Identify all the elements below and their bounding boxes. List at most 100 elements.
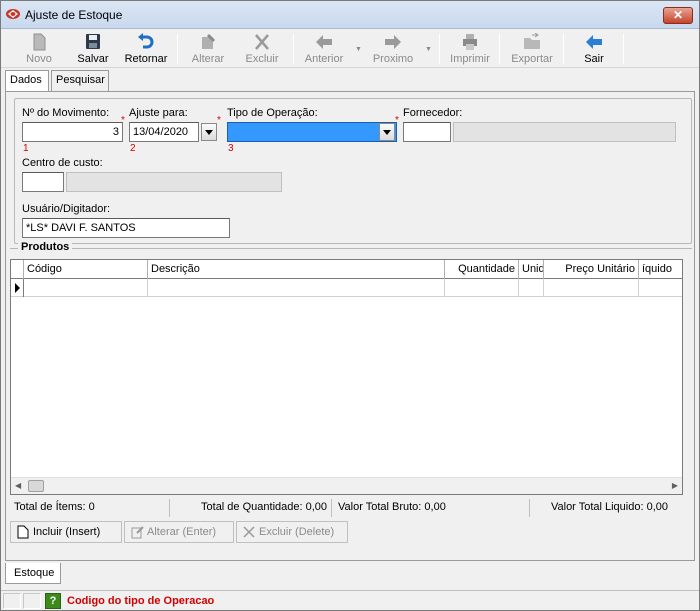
row-indicator: [11, 279, 24, 297]
header-groupbox: Nº do Movimento: * 3 1 Ajuste para: * 13…: [14, 98, 692, 244]
title-bar: Ajuste de Estoque ✕: [1, 1, 699, 29]
produtos-grid[interactable]: Código Descrição Quantidade Unid Preço U…: [10, 259, 683, 495]
delete-item-icon: [243, 526, 255, 538]
cell-codigo[interactable]: [24, 279, 148, 297]
folder-export-icon: [524, 33, 540, 49]
novo-button[interactable]: Novo: [19, 33, 59, 67]
help-icon[interactable]: ?: [45, 593, 61, 609]
excluir-item-button[interactable]: Excluir (Delete): [236, 521, 348, 543]
movimento-tab-index: 1: [23, 143, 29, 154]
movimento-field[interactable]: 3: [22, 122, 123, 142]
ajuste-date-field[interactable]: 13/04/2020: [129, 122, 199, 142]
exportar-label: Exportar: [511, 53, 553, 65]
imprimir-button[interactable]: Imprimir: [449, 33, 491, 67]
fornecedor-name-field: [453, 122, 676, 142]
retornar-label: Retornar: [124, 53, 168, 65]
totals-bar: Total de Ítems: 0 Total de Quantidade: 0…: [10, 499, 683, 517]
usuario-label: Usuário/Digitador:: [22, 203, 111, 215]
close-button[interactable]: ✕: [663, 7, 693, 24]
exit-arrow-icon: [586, 35, 602, 49]
produtos-title: Produtos: [18, 241, 73, 253]
toolbar: Novo Salvar Retornar Alterar Excluir Ant…: [1, 30, 699, 68]
toolbar-separator: [439, 34, 440, 64]
retornar-button[interactable]: Retornar: [121, 33, 171, 67]
novo-label: Novo: [26, 53, 52, 65]
usuario-field[interactable]: *LS* DAVI F. SANTOS: [22, 218, 230, 238]
status-cell: [3, 593, 21, 609]
valor-total-bruto: Valor Total Bruto: 0,00: [334, 499, 530, 517]
anterior-dropdown-icon[interactable]: ▼: [355, 46, 362, 53]
toolbar-separator: [623, 34, 624, 64]
alterar-item-label: Alterar (Enter): [147, 526, 217, 538]
ajuste-dropdown-button[interactable]: [201, 123, 217, 141]
anterior-button[interactable]: Anterior: [301, 33, 347, 67]
excluir-item-label: Excluir (Delete): [259, 526, 335, 538]
fornecedor-code-field[interactable]: [403, 122, 451, 142]
scroll-right-icon[interactable]: ▶: [672, 481, 678, 490]
status-cell: [23, 593, 41, 609]
centro-custo-code-field[interactable]: [22, 172, 64, 192]
column-header-quantidade[interactable]: Quantidade: [445, 260, 519, 279]
proximo-dropdown-icon[interactable]: ▼: [425, 46, 432, 53]
delete-icon: [255, 34, 269, 50]
dados-panel: Nº do Movimento: * 3 1 Ajuste para: * 13…: [5, 91, 695, 561]
sair-label: Sair: [584, 53, 604, 65]
cell-quantidade[interactable]: [445, 279, 519, 297]
salvar-label: Salvar: [77, 53, 109, 65]
status-bar: ? Codigo do tipo de Operacao: [1, 590, 699, 610]
arrow-left-icon: [316, 35, 332, 49]
app-icon: [6, 9, 20, 19]
ajuste-tab-index: 2: [130, 143, 136, 154]
window-title: Ajuste de Estoque: [25, 8, 123, 22]
proximo-label: Proximo: [372, 53, 414, 65]
fornecedor-label: Fornecedor:: [403, 107, 463, 119]
edit-item-icon: [131, 526, 144, 539]
column-header-liquido[interactable]: íquido: [639, 260, 682, 279]
exportar-button[interactable]: Exportar: [509, 33, 555, 67]
cell-preco-unitario[interactable]: [544, 279, 639, 297]
centro-custo-label: Centro de custo:: [22, 157, 103, 169]
proximo-button[interactable]: Proximo: [371, 33, 415, 67]
new-document-icon: [33, 33, 46, 51]
incluir-label: Incluir (Insert): [33, 526, 101, 538]
window: Ajuste de Estoque ✕ Novo Salvar Retornar…: [0, 0, 700, 611]
cell-liquido[interactable]: [639, 279, 682, 297]
tab-dados[interactable]: Dados: [5, 70, 49, 92]
chevron-down-icon: [205, 130, 213, 135]
column-header-unid[interactable]: Unid: [519, 260, 544, 279]
chevron-down-icon: [383, 130, 391, 135]
cell-unid[interactable]: [519, 279, 544, 297]
excluir-button[interactable]: Excluir: [241, 33, 283, 67]
movimento-label: Nº do Movimento:: [22, 107, 110, 119]
new-item-icon: [17, 525, 29, 539]
undo-icon: [138, 33, 154, 49]
tipo-operacao-select[interactable]: [227, 122, 397, 142]
horizontal-scrollbar[interactable]: ◀ ▶: [11, 477, 682, 494]
tab-pesquisar[interactable]: Pesquisar: [51, 70, 109, 91]
status-message: Codigo do tipo de Operacao: [67, 595, 215, 607]
tipo-tab-index: 3: [228, 143, 234, 154]
edit-icon: [202, 33, 216, 49]
cell-descricao[interactable]: [148, 279, 445, 297]
tipo-operacao-dropdown-button[interactable]: [379, 123, 395, 141]
column-header-codigo[interactable]: Código: [24, 260, 148, 279]
table-row[interactable]: [11, 279, 682, 297]
grid-indicator-header: [11, 260, 24, 279]
scroll-thumb[interactable]: [28, 480, 44, 492]
centro-custo-name-field: [66, 172, 282, 192]
scroll-left-icon[interactable]: ◀: [15, 481, 21, 490]
incluir-button[interactable]: Incluir (Insert): [10, 521, 122, 543]
ajuste-label: Ajuste para:: [129, 107, 188, 119]
toolbar-separator: [499, 34, 500, 64]
sair-button[interactable]: Sair: [575, 33, 613, 67]
tipo-operacao-label: Tipo de Operação:: [227, 107, 318, 119]
salvar-button[interactable]: Salvar: [71, 33, 115, 67]
column-header-preco-unitario[interactable]: Preço Unitário: [544, 260, 639, 279]
alterar-button[interactable]: Alterar: [187, 33, 229, 67]
toolbar-separator: [177, 34, 178, 64]
toolbar-separator: [293, 34, 294, 64]
tab-estoque[interactable]: Estoque: [5, 563, 61, 584]
alterar-label: Alterar: [191, 53, 225, 65]
alterar-item-button[interactable]: Alterar (Enter): [124, 521, 234, 543]
column-header-descricao[interactable]: Descrição: [148, 260, 445, 279]
